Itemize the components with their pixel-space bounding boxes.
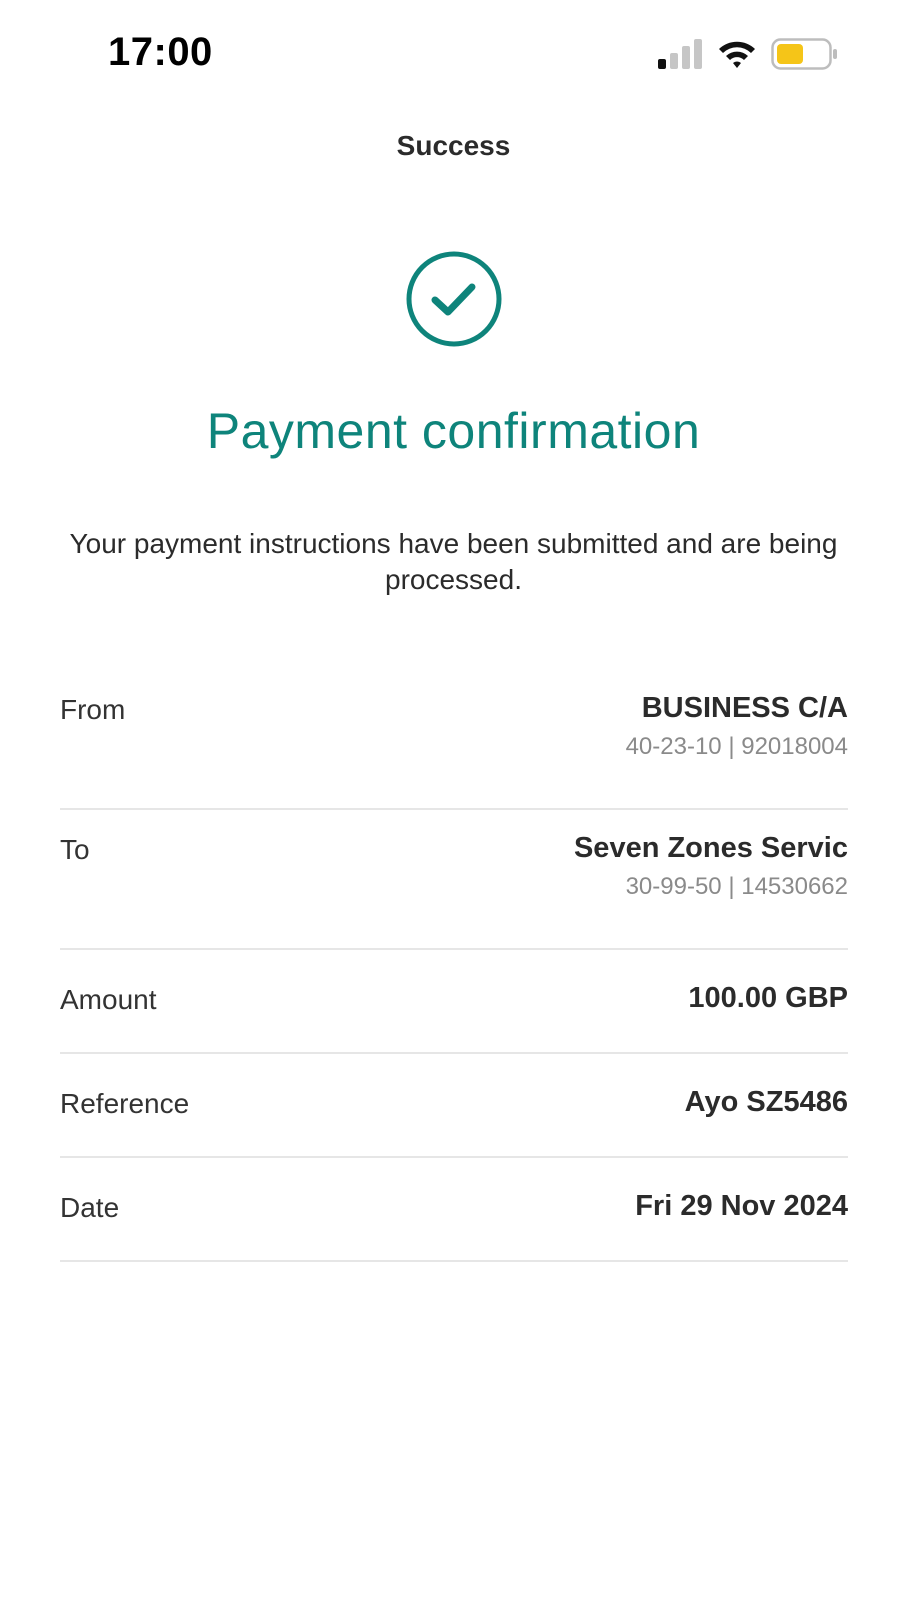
to-payee-name: Seven Zones Servic (573, 832, 848, 864)
status-icons (657, 36, 839, 72)
detail-row-from: From BUSINESS C/A 40-23-10 | 92018004 (60, 670, 848, 810)
from-value-group: BUSINESS C/A 40-23-10 | 92018004 (626, 692, 848, 761)
from-label: From (60, 694, 126, 725)
amount-value-group: 100.00 GBP (688, 982, 848, 1015)
wifi-icon (719, 41, 755, 68)
detail-row-to: To Seven Zones Servic 30-99-50 | 1453066… (60, 810, 848, 950)
confirmation-heading: Payment confirmation (206, 403, 701, 459)
to-value-group: Seven Zones Servic 30-99-50 | 14530662 (574, 832, 848, 901)
battery-icon (771, 38, 837, 70)
cellular-signal-icon (658, 39, 702, 69)
success-indicator (405, 250, 503, 348)
detail-row-reference: Reference Ayo SZ5486 (60, 1054, 848, 1158)
status-bar: 17:00 (0, 0, 907, 110)
reference-value: Ayo SZ5486 (684, 1086, 848, 1118)
detail-row-amount: Amount 100.00 GBP (60, 950, 848, 1054)
amount-label: Amount (60, 984, 157, 1015)
status-time: 17:00 (108, 30, 213, 74)
reference-label: Reference (60, 1088, 190, 1119)
payment-details: From BUSINESS C/A 40-23-10 | 92018004 To… (60, 670, 848, 1262)
date-label: Date (60, 1192, 120, 1223)
to-account-number: 30-99-50 | 14530662 (625, 873, 848, 900)
amount-value: 100.00 GBP (688, 982, 848, 1014)
from-account-number: 40-23-10 | 92018004 (625, 733, 848, 760)
from-account-name: BUSINESS C/A (641, 692, 848, 724)
date-value: Fri 29 Nov 2024 (635, 1190, 848, 1222)
to-label: To (60, 834, 90, 865)
detail-row-date: Date Fri 29 Nov 2024 (60, 1158, 848, 1262)
reference-value-group: Ayo SZ5486 (685, 1086, 848, 1119)
page-title: Success (396, 130, 511, 161)
date-value-group: Fri 29 Nov 2024 (635, 1190, 848, 1223)
check-circle-icon (406, 251, 502, 347)
confirmation-message: Your payment instructions have been subm… (69, 528, 838, 595)
